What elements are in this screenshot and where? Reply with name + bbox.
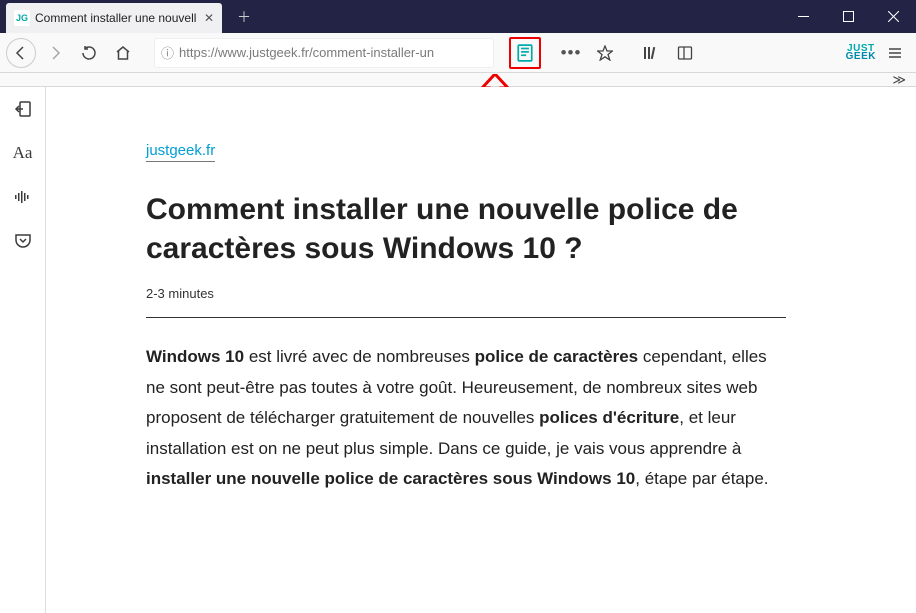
article-paragraph: Windows 10 est livré avec de nombreuses … xyxy=(146,342,786,495)
reading-time: 2-3 minutes xyxy=(146,286,876,301)
divider xyxy=(146,317,786,318)
reader-view-icon xyxy=(516,44,534,62)
url-input[interactable] xyxy=(179,45,487,60)
article-content: justgeek.fr Comment installer une nouvel… xyxy=(46,87,916,613)
article-domain-link[interactable]: justgeek.fr xyxy=(146,142,215,162)
menu-button[interactable] xyxy=(880,38,910,68)
overflow-row: ≫ xyxy=(0,73,916,87)
bookmark-button[interactable] xyxy=(590,38,620,68)
home-button[interactable] xyxy=(108,38,138,68)
new-tab-button[interactable]: ＋ xyxy=(228,0,260,33)
maximize-button[interactable] xyxy=(826,0,871,33)
site-info-icon[interactable]: ⓘ xyxy=(161,43,174,62)
article-title: Comment installer une nouvelle police de… xyxy=(146,190,786,268)
back-button[interactable] xyxy=(6,38,36,68)
titlebar: JG Comment installer une nouvell ✕ ＋ xyxy=(0,0,916,33)
toolbar: ⓘ ••• JUSTGEEK xyxy=(0,33,916,73)
browser-tab[interactable]: JG Comment installer une nouvell ✕ xyxy=(6,3,222,33)
close-reader-button[interactable] xyxy=(0,87,46,131)
library-button[interactable] xyxy=(636,38,666,68)
reload-button[interactable] xyxy=(74,38,104,68)
sidebar-button[interactable] xyxy=(670,38,700,68)
narrate-button[interactable] xyxy=(0,175,46,219)
type-controls-button[interactable]: Aa xyxy=(0,131,46,175)
close-tab-icon[interactable]: ✕ xyxy=(204,11,214,25)
minimize-button[interactable] xyxy=(781,0,826,33)
favicon: JG xyxy=(14,10,30,26)
url-bar[interactable]: ⓘ xyxy=(154,38,494,68)
tab-title: Comment installer une nouvell xyxy=(35,11,199,25)
reader-sidebar: Aa xyxy=(0,87,46,613)
close-window-button[interactable] xyxy=(871,0,916,33)
extension-justgeek[interactable]: JUSTGEEK xyxy=(846,45,876,61)
overflow-chevron-icon[interactable]: ≫ xyxy=(892,72,906,88)
forward-button[interactable] xyxy=(40,38,70,68)
pocket-button[interactable] xyxy=(0,219,46,263)
reader-view-button[interactable] xyxy=(510,38,540,68)
page-actions-button[interactable]: ••• xyxy=(556,38,586,68)
